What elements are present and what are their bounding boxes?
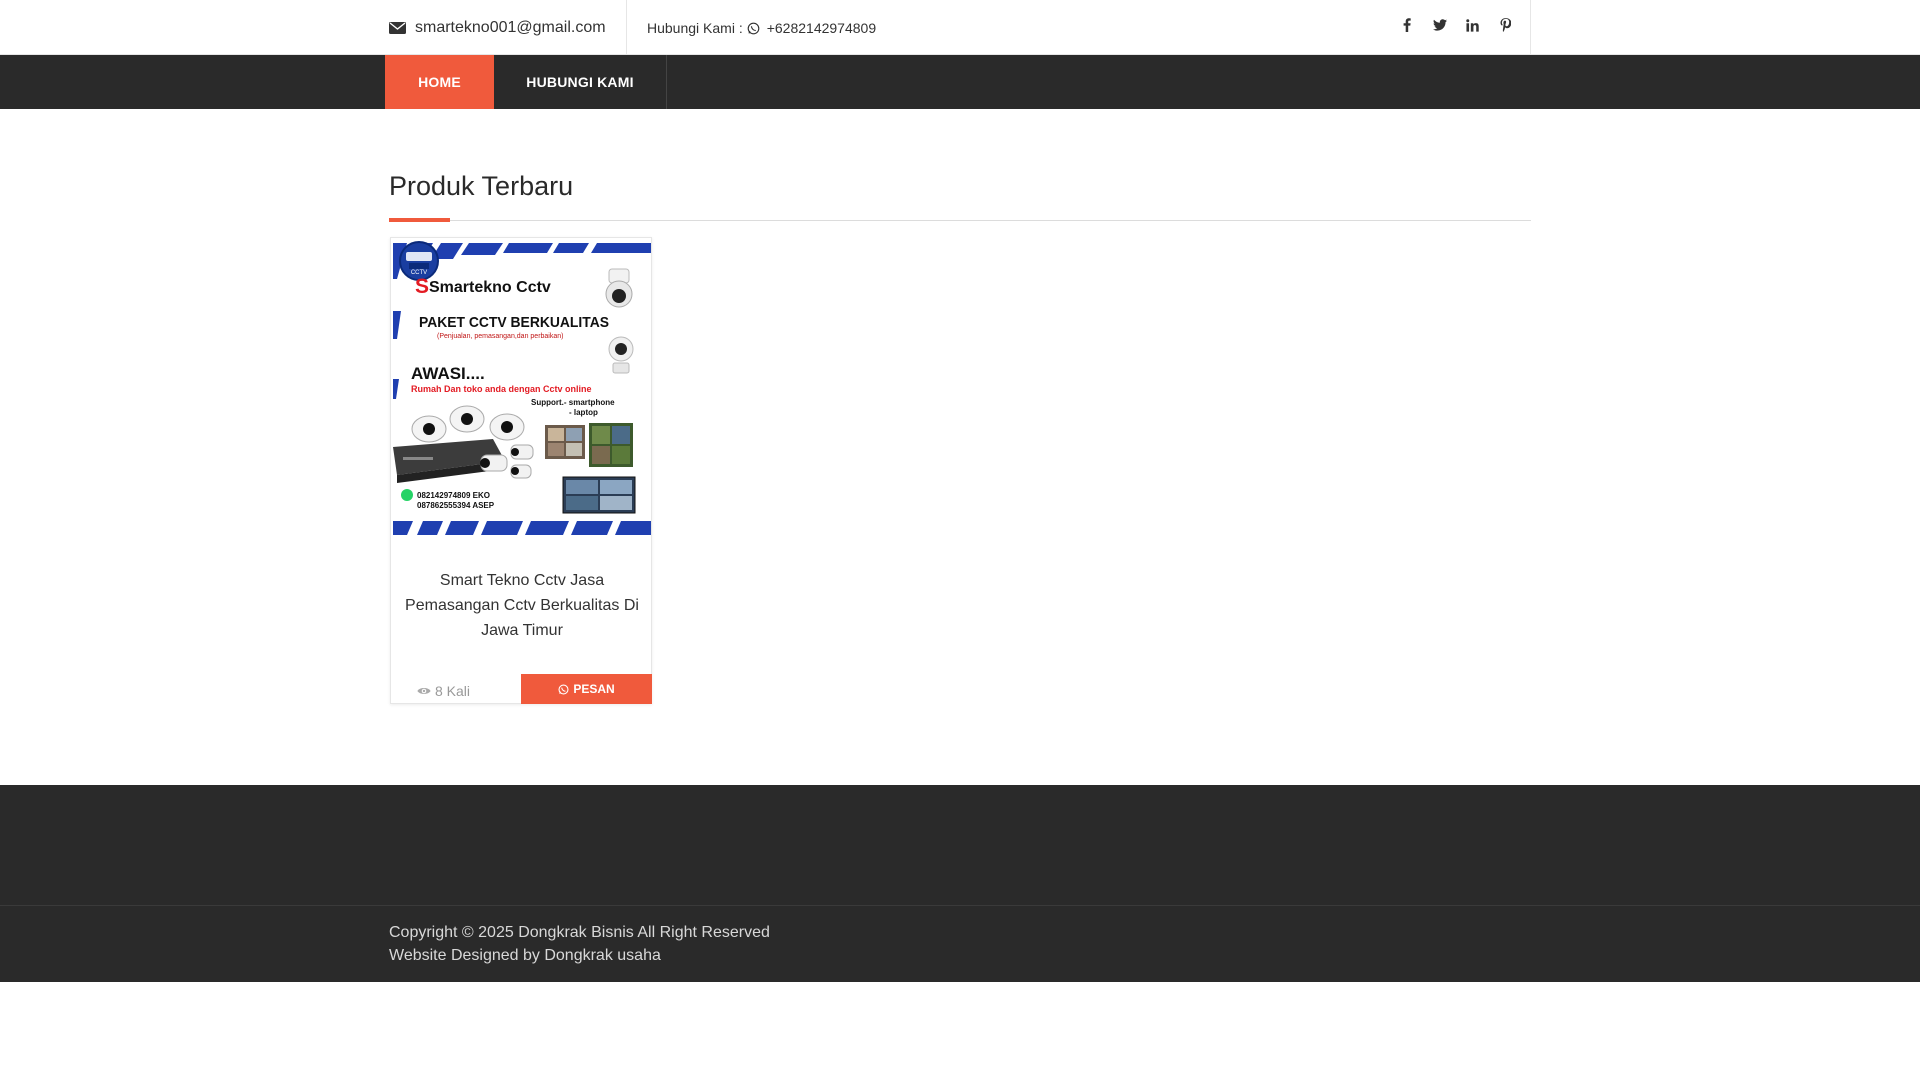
- footer-widgets: [0, 785, 1920, 906]
- top-bar: smartekno001@gmail.com Hubungi Kami : +6…: [0, 0, 1920, 55]
- product-poster: CCTV S Smartekno Cctv PAKET CCTV BERKUAL…: [393, 239, 651, 538]
- phone-number: +6282142974809: [766, 20, 877, 36]
- social-links: [1390, 14, 1522, 36]
- eye-icon: [417, 688, 431, 694]
- product-image[interactable]: CCTV S Smartekno Cctv PAKET CCTV BERKUAL…: [393, 239, 651, 538]
- nav-home[interactable]: HOME: [385, 55, 494, 109]
- product-title[interactable]: Smart Tekno Cctv Jasa Pemasangan Cctv Be…: [401, 568, 643, 643]
- product-card: CCTV S Smartekno Cctv PAKET CCTV BERKUAL…: [390, 237, 652, 704]
- whatsapp-icon: [558, 683, 569, 695]
- section-title-accent: [389, 218, 450, 222]
- pinterest-icon: [1500, 18, 1511, 32]
- view-count-text: 8 Kali: [435, 683, 471, 699]
- svg-text:087862555394 ASEP: 087862555394 ASEP: [417, 501, 495, 510]
- main-nav: HOME HUBUNGI KAMI: [0, 55, 1920, 109]
- footer-bottom: Copyright © 2025 Dongkrak Bisnis All Rig…: [0, 906, 1920, 982]
- contact-label: Hubungi Kami :: [647, 20, 743, 36]
- facebook-link[interactable]: [1390, 14, 1423, 36]
- poster-indoor-camera: [608, 336, 634, 374]
- section-title-rule: [389, 220, 1531, 221]
- poster-brand-initial: S: [415, 275, 429, 298]
- poster-warning-sub: Rumah Dan toko anda dengan Cctv online: [411, 384, 592, 394]
- whatsapp-icon: [747, 22, 760, 34]
- linkedin-icon: [1466, 18, 1479, 32]
- twitter-link[interactable]: [1423, 14, 1456, 36]
- topbar-divider: [626, 0, 627, 55]
- pinterest-link[interactable]: [1489, 14, 1522, 36]
- contact-email[interactable]: smartekno001@gmail.com: [389, 17, 606, 39]
- facebook-icon: [1403, 18, 1411, 32]
- svg-text:082142974809 EKO: 082142974809 EKO: [417, 491, 490, 500]
- view-count: 8 Kali: [417, 681, 470, 701]
- poster-brand: Smartekno Cctv: [429, 279, 551, 296]
- footer-copyright: Copyright © 2025 Dongkrak Bisnis All Rig…: [389, 924, 770, 941]
- poster-support: Support.- smartphone: [531, 398, 615, 407]
- poster-support-2: - laptop: [569, 408, 598, 417]
- email-text: smartekno001@gmail.com: [415, 19, 606, 36]
- twitter-icon: [1432, 19, 1447, 31]
- nav-hubungi-kami[interactable]: HUBUNGI KAMI: [494, 55, 667, 109]
- order-button-label: PESAN: [573, 682, 615, 696]
- poster-subheadline: (Penjualan, pemasangan,dan perbaikan): [437, 333, 563, 340]
- footer-designed-by: Website Designed by Dongkrak usaha: [389, 947, 661, 964]
- linkedin-link[interactable]: [1456, 14, 1489, 36]
- poster-ptz-camera: [605, 268, 633, 308]
- topbar-divider-right: [1530, 0, 1531, 55]
- contact-phone[interactable]: Hubungi Kami : +6282142974809: [647, 18, 876, 38]
- section-title: Produk Terbaru: [389, 171, 574, 201]
- poster-headline: PAKET CCTV BERKUALITAS: [419, 314, 609, 331]
- envelope-icon: [389, 22, 406, 34]
- poster-warning: AWASI....: [411, 364, 485, 383]
- order-button[interactable]: PESAN: [521, 674, 652, 704]
